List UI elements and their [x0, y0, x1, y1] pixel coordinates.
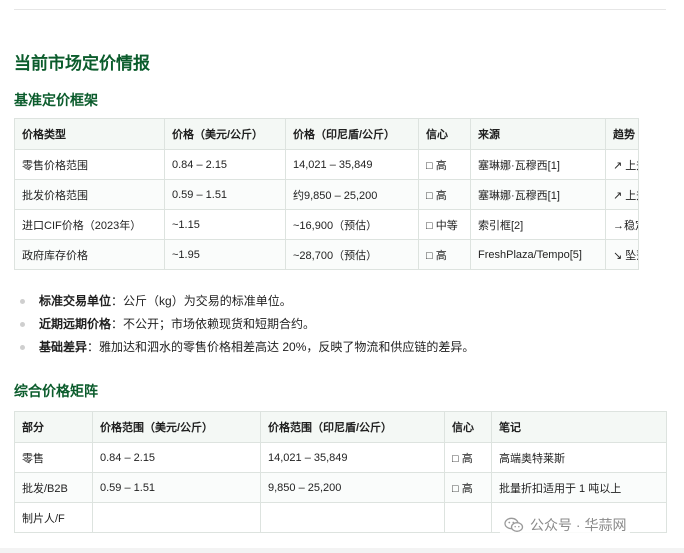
table-cell: 零售: [14, 442, 93, 473]
table-cell: ~28,700（预估）: [285, 239, 419, 270]
bullet-icon: [20, 299, 25, 304]
watermark: 公众号 · 华蒜网: [500, 515, 631, 535]
column-header: 信心: [444, 411, 492, 443]
list-item-label: 基础差异: [39, 340, 88, 354]
table-cell: ↘ 坠落: [605, 239, 639, 270]
column-header: 价格（印尼盾/公斤）: [285, 118, 419, 150]
section-title-benchmark: 基准定价框架: [14, 92, 98, 108]
table-cell: 政府库存价格: [14, 239, 165, 270]
table-row: 进口CIF价格（2023年） ~1.15 ~16,900（预估） □ 中等 索引…: [14, 209, 639, 240]
column-header: 来源: [470, 118, 606, 150]
column-header: 笔记: [491, 411, 667, 443]
table-cell: 进口CIF价格（2023年）: [14, 209, 165, 240]
column-header: 价格范围（美元/公斤）: [92, 411, 261, 443]
table-row: 批发价格范围 0.59 – 1.51 约9,850 – 25,200 □ 高 塞…: [14, 179, 639, 210]
table-cell: 9,850 – 25,200: [260, 472, 445, 503]
list-item-label: 近期远期价格: [39, 317, 112, 331]
list-item-text: ：雅加达和泗水的零售价格相差高达 20%，反映了物流和供应链的差异。: [87, 340, 475, 354]
table-row: 政府库存价格 ~1.95 ~28,700（预估） □ 高 FreshPlaza/…: [14, 239, 639, 270]
wechat-icon: [504, 517, 524, 533]
bottom-divider: [0, 548, 684, 553]
table-cell: ↗ 上升: [605, 179, 639, 210]
list-item: 标准交易单位：公斤（kg）为交易的标准单位。: [14, 290, 674, 313]
table-cell: 14,021 – 35,849: [285, 149, 419, 180]
watermark-text: 公众号 · 华蒜网: [530, 517, 627, 533]
column-header: 趋势: [605, 118, 639, 150]
table-cell: FreshPlaza/Tempo[5]: [470, 239, 606, 270]
table-row: 零售 0.84 – 2.15 14,021 – 35,849 □ 高 高端奥特莱…: [14, 442, 667, 473]
key-notes-list: 标准交易单位：公斤（kg）为交易的标准单位。 近期远期价格：不公开；市场依赖现货…: [14, 290, 674, 359]
table-cell: □ 中等: [418, 209, 471, 240]
bullet-icon: [20, 345, 25, 350]
table-cell: □ 高: [418, 239, 471, 270]
table-cell: 14,021 – 35,849: [260, 442, 445, 473]
table-cell: 零售价格范围: [14, 149, 165, 180]
table-cell: 0.59 – 1.51: [92, 472, 261, 503]
section-title-matrix: 综合价格矩阵: [14, 383, 98, 399]
table-cell: ~1.15: [164, 209, 286, 240]
column-header: 价格范围（印尼盾/公斤）: [260, 411, 445, 443]
table-cell: 0.84 – 2.15: [92, 442, 261, 473]
column-header: 价格类型: [14, 118, 165, 150]
benchmark-pricing-table: 价格类型 价格（美元/公斤） 价格（印尼盾/公斤） 信心 来源 趋势 零售价格范…: [14, 118, 639, 270]
table-cell: □ 高: [418, 149, 471, 180]
table-cell: 索引框[2]: [470, 209, 606, 240]
table-cell: 制片人/F: [14, 502, 93, 533]
column-header: 部分: [14, 411, 93, 443]
table-cell: 塞琳娜·瓦穆西[1]: [470, 179, 606, 210]
bullet-icon: [20, 322, 25, 327]
table-cell: 批量折扣适用于 1 吨以上: [491, 472, 667, 503]
table-cell: 批发价格范围: [14, 179, 165, 210]
table-cell: 批发/B2B: [14, 472, 93, 503]
list-item-text: ：不公开；市场依赖现货和短期合约。: [111, 317, 316, 331]
list-item-label: 标准交易单位: [39, 294, 112, 308]
table-cell: ↗ 上升: [605, 149, 639, 180]
table-header-row: 部分 价格范围（美元/公斤） 价格范围（印尼盾/公斤） 信心 笔记: [14, 411, 667, 443]
table-cell: □ 高: [418, 179, 471, 210]
table-row: 批发/B2B 0.59 – 1.51 9,850 – 25,200 □ 高 批量…: [14, 472, 667, 503]
table-cell: →稳定: [605, 209, 639, 240]
table-cell: 高端奥特莱斯: [491, 442, 667, 473]
table-cell: 塞琳娜·瓦穆西[1]: [470, 149, 606, 180]
table-cell: □ 高: [444, 472, 492, 503]
page-title: 当前市场定价情报: [14, 54, 150, 73]
column-header: 信心: [418, 118, 471, 150]
table-row: 零售价格范围 0.84 – 2.15 14,021 – 35,849 □ 高 塞…: [14, 149, 639, 180]
table-cell: [92, 502, 261, 533]
table-cell: [260, 502, 445, 533]
list-item: 近期远期价格：不公开；市场依赖现货和短期合约。: [14, 313, 674, 336]
table-cell: ~16,900（预估）: [285, 209, 419, 240]
table-cell: [444, 502, 492, 533]
table-header-row: 价格类型 价格（美元/公斤） 价格（印尼盾/公斤） 信心 来源 趋势: [14, 118, 639, 150]
top-divider: [14, 9, 666, 10]
table-cell: 0.84 – 2.15: [164, 149, 286, 180]
column-header: 价格（美元/公斤）: [164, 118, 286, 150]
list-item: 基础差异：雅加达和泗水的零售价格相差高达 20%，反映了物流和供应链的差异。: [14, 336, 674, 359]
list-item-text: ：公斤（kg）为交易的标准单位。: [111, 294, 292, 308]
table-cell: □ 高: [444, 442, 492, 473]
table-cell: 0.59 – 1.51: [164, 179, 286, 210]
table-cell: ~1.95: [164, 239, 286, 270]
table-cell: 约9,850 – 25,200: [285, 179, 419, 210]
